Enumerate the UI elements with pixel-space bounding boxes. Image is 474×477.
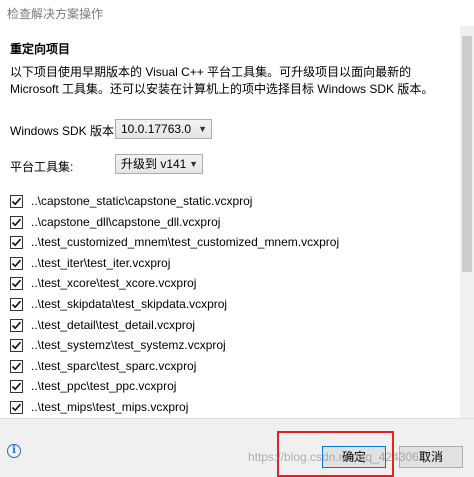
project-label: ..\test_ppc\test_ppc.vcxproj bbox=[31, 379, 177, 394]
sdk-version-label: Windows SDK 版本: bbox=[10, 124, 118, 138]
scrollbar-thumb[interactable] bbox=[462, 36, 472, 272]
section-title: 重定向项目 bbox=[10, 42, 71, 56]
project-checkbox[interactable] bbox=[10, 256, 23, 270]
project-checkbox[interactable] bbox=[10, 359, 23, 373]
project-checkbox[interactable] bbox=[10, 236, 23, 250]
project-checkbox[interactable] bbox=[10, 195, 23, 208]
dialog-footer: i 确定 取消 bbox=[0, 418, 474, 477]
project-checkbox[interactable] bbox=[10, 298, 23, 311]
toolset-value: 升级到 v141 bbox=[121, 157, 187, 171]
project-label: ..\capstone_static\capstone_static.vcxpr… bbox=[31, 194, 253, 208]
project-label: ..\test_skipdata\test_skipdata.vcxproj bbox=[31, 297, 228, 311]
project-checkbox[interactable] bbox=[10, 215, 23, 229]
project-label: ..\capstone_dll\capstone_dll.vcxproj bbox=[31, 214, 221, 229]
project-list: ..\capstone_static\capstone_static.vcxpr… bbox=[0, 190, 460, 418]
project-checkbox[interactable] bbox=[10, 401, 23, 414]
watermark-text: https://blog.csdn.net/qq_42430611 bbox=[248, 450, 432, 464]
window-title: 检查解决方案操作 bbox=[7, 7, 104, 21]
sdk-version-value: 10.0.17763.0 bbox=[121, 122, 192, 136]
dialog-window: 检查解决方案操作 重定向项目 以下项目使用早期版本的 Visual C++ 平台… bbox=[0, 0, 474, 477]
toolset-dropdown[interactable]: 升级到 v141 ▼ bbox=[115, 154, 203, 174]
project-checkbox[interactable] bbox=[10, 277, 23, 291]
title-bar[interactable]: 检查解决方案操作 bbox=[0, 0, 474, 26]
info-icon[interactable]: i bbox=[7, 444, 21, 458]
description-text: 以下项目使用早期版本的 Visual C++ 平台工具集。可升级项目以面向最新的… bbox=[10, 65, 434, 96]
project-label: ..\test_iter\test_iter.vcxproj bbox=[31, 255, 171, 270]
project-label: ..\test_customized_mnem\test_customized_… bbox=[31, 235, 340, 250]
sdk-version-dropdown[interactable]: 10.0.17763.0 ▼ bbox=[115, 119, 212, 139]
project-label: ..\test_detail\test_detail.vcxproj bbox=[31, 317, 196, 332]
project-label: ..\test_xcore\test_xcore.vcxproj bbox=[31, 276, 197, 291]
chevron-down-icon: ▼ bbox=[189, 159, 198, 169]
project-label: ..\test_sparc\test_sparc.vcxproj bbox=[31, 358, 197, 373]
project-label: ..\test_mips\test_mips.vcxproj bbox=[31, 400, 189, 414]
toolset-label: 平台工具集: bbox=[10, 160, 74, 174]
project-label: ..\test_systemz\test_systemz.vcxproj bbox=[31, 338, 226, 353]
project-checkbox[interactable] bbox=[10, 380, 23, 394]
project-checkbox[interactable] bbox=[10, 339, 23, 353]
chevron-down-icon: ▼ bbox=[198, 124, 207, 134]
vertical-scrollbar[interactable] bbox=[460, 26, 474, 418]
project-checkbox[interactable] bbox=[10, 318, 23, 332]
